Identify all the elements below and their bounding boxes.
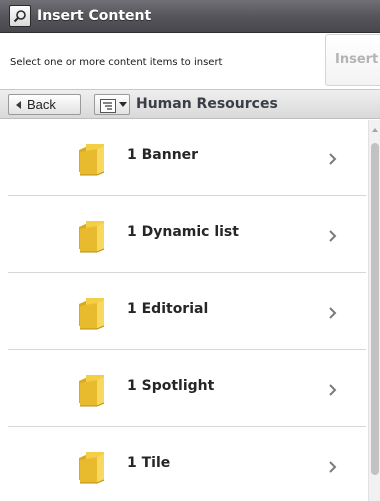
- navigation-bar: Back Human Resources: [0, 89, 380, 119]
- item-label: 1 Editorial: [127, 301, 209, 317]
- insert-button[interactable]: Insert: [325, 34, 380, 86]
- chevron-right-icon: [328, 382, 338, 396]
- list-item-editorial[interactable]: 1 Editorial: [8, 274, 366, 350]
- chevron-right-icon: [328, 228, 338, 242]
- chevron-right-icon: [328, 459, 338, 473]
- back-button-label: Back: [27, 97, 56, 112]
- window-title: Insert Content: [37, 8, 152, 24]
- folder-icon: [74, 219, 110, 253]
- back-button[interactable]: Back: [8, 94, 81, 115]
- scroll-up-icon[interactable]: [372, 128, 378, 132]
- chevron-right-icon: [328, 151, 338, 165]
- item-label: 1 Banner: [127, 147, 199, 163]
- chevron-down-icon: [119, 102, 127, 107]
- search-icon: [9, 5, 31, 27]
- list-item-tile[interactable]: 1 Tile: [8, 428, 366, 501]
- item-label: 1 Tile: [127, 455, 171, 471]
- folder-icon: [74, 373, 110, 407]
- scrollbar-thumb[interactable]: [371, 143, 379, 475]
- list-view-icon: [100, 98, 116, 113]
- folder-icon: [74, 450, 110, 484]
- item-label: 1 Spotlight: [127, 378, 215, 394]
- list-item-banner[interactable]: 1 Banner: [8, 120, 366, 196]
- chevron-right-icon: [328, 305, 338, 319]
- folder-icon: [74, 142, 110, 176]
- item-label: 1 Dynamic list: [127, 224, 239, 240]
- list-item-dynamic-list[interactable]: 1 Dynamic list: [8, 197, 366, 273]
- list-item-spotlight[interactable]: 1 Spotlight: [8, 351, 366, 427]
- instruction-bar: Select one or more content items to inse…: [0, 33, 380, 89]
- breadcrumb: Human Resources: [136, 96, 278, 112]
- content-list: 1 Banner 1 Dynamic list 1 Editorial 1 Sp…: [0, 120, 368, 501]
- instruction-text: Select one or more content items to inse…: [10, 57, 223, 68]
- view-options-button[interactable]: [94, 94, 130, 115]
- title-bar: Insert Content: [0, 0, 380, 33]
- vertical-scrollbar[interactable]: [368, 120, 380, 501]
- folder-icon: [74, 296, 110, 330]
- back-arrow-icon: [16, 100, 21, 109]
